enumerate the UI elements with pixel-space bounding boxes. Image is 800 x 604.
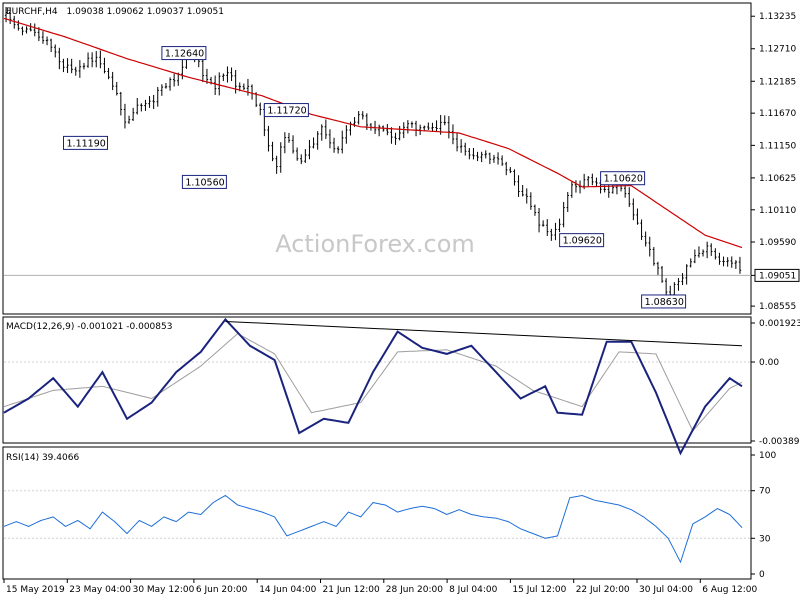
- watermark: ActionForex.com: [275, 230, 475, 258]
- x-tick-label: 6 Aug 12:00: [702, 585, 757, 595]
- x-tick-label: 6 Jun 20:00: [196, 585, 248, 595]
- price-axis-label: 1.10625: [759, 174, 796, 184]
- key-level-label: 1.09620: [563, 236, 602, 247]
- rsi-axis-label: 100: [759, 451, 776, 461]
- symbol-label: EURCHF,H4 1.09038 1.09062 1.09037 1.0905…: [6, 7, 224, 17]
- rsi-title: RSI(14) 39.4066: [6, 453, 79, 463]
- ohlc-text: 1.09038 1.09062 1.09037 1.09051: [67, 7, 224, 17]
- key-level-label: 1.12640: [165, 49, 204, 60]
- x-tick-label: 21 Jun 12:00: [323, 585, 380, 595]
- price-axis-label: 1.13235: [759, 12, 796, 22]
- forex-chart: ActionForex.com 1.12640 1.11190 1.10560 1.1…: [0, 0, 800, 600]
- key-level-label: 1.11720: [267, 106, 306, 117]
- price-axis-label: 1.12185: [759, 77, 796, 87]
- rsi-axis-label: 0: [759, 570, 765, 580]
- price-axis-label: 1.10110: [759, 206, 796, 216]
- price-axis-label: 1.08555: [759, 302, 796, 312]
- key-level-label: 1.10620: [604, 174, 643, 185]
- rsi-axis-label: 70: [759, 487, 771, 497]
- price-axis-label: 1.09590: [759, 238, 796, 248]
- rsi-axis-label: 30: [759, 534, 771, 544]
- price-axis-label: 1.11150: [759, 141, 796, 151]
- x-tick-label: 15 May 2019: [6, 585, 65, 595]
- macd-axis-label: 0.00: [759, 358, 779, 368]
- price-axis-label: 1.11670: [759, 109, 796, 119]
- symbol-text: EURCHF,H4: [6, 7, 58, 17]
- x-tick-label: 28 Jun 20:00: [386, 585, 443, 595]
- key-level-label: 1.08630: [645, 297, 684, 308]
- key-level-label: 1.10560: [185, 177, 224, 188]
- macd-axis-label: 0.001923: [759, 319, 800, 329]
- x-tick-label: 30 Jul 04:00: [639, 585, 693, 595]
- x-tick-label: 14 Jun 04:00: [259, 585, 316, 595]
- x-tick-label: 22 Jul 20:00: [576, 585, 630, 595]
- x-tick-label: 30 May 12:00: [133, 585, 195, 595]
- price-axis-label: 1.12710: [759, 45, 796, 55]
- x-tick-label: 8 Jul 04:00: [449, 585, 498, 595]
- x-tick-label: 15 Jul 12:00: [512, 585, 566, 595]
- chart-canvas: ActionForex.com 1.12640 1.11190 1.10560 1.1…: [0, 0, 800, 600]
- x-tick-label: 23 May 04:00: [69, 585, 131, 595]
- key-level-label: 1.11190: [67, 138, 106, 149]
- price-axis-label: 1.09051: [759, 271, 796, 281]
- macd-title: MACD(12,26,9) -0.001021 -0.000853: [6, 322, 172, 332]
- macd-axis-label: -0.003896: [759, 437, 800, 447]
